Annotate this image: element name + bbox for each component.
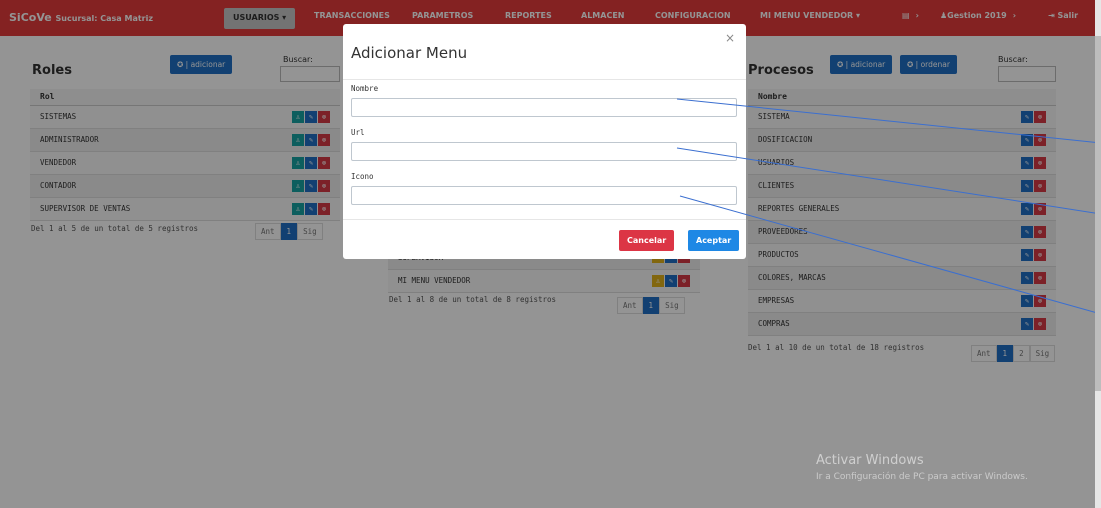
annotation-line [676, 147, 1101, 215]
windows-watermark-title: Activar Windows [816, 453, 924, 468]
windows-watermark-subtitle: Ir a Configuración de PC para activar Wi… [816, 472, 1028, 482]
scrollbar-thumb[interactable] [1095, 36, 1101, 391]
page-scrollbar[interactable] [1095, 0, 1101, 508]
annotation-lines [676, 98, 1101, 315]
annotation-line [679, 195, 1101, 315]
annotation-line [676, 98, 1101, 144]
